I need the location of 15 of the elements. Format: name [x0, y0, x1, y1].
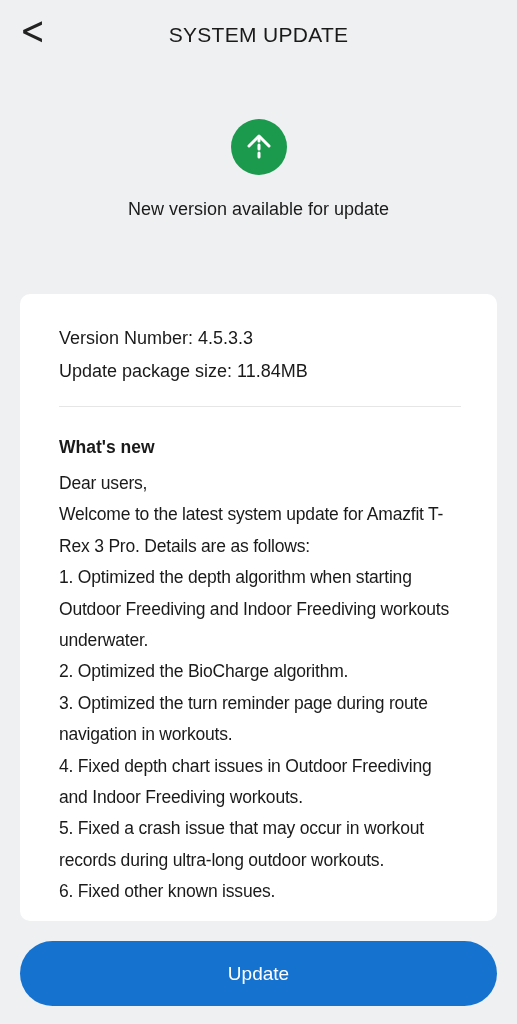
back-button[interactable]: < — [14, 11, 52, 51]
whats-new-heading: What's new — [59, 436, 156, 459]
update-button[interactable]: Update — [20, 941, 497, 1006]
version-number: Version Number: 4.5.3.3 — [59, 327, 255, 350]
release-note: 1. Optimized the depth algorithm when starting Outdoor Freediving and Indoor Freediving workouts underwater. — [59, 566, 450, 653]
release-note: 3. Optimized the turn reminder page during route navigation in workouts. — [59, 691, 429, 747]
page-title: SYSTEM UPDATE — [168, 23, 349, 47]
release-note: 5. Fixed a crash issue that may occur in workout records during ultra-long outdoor workouts. — [59, 817, 425, 872]
status-message: New version available for update — [127, 199, 390, 220]
package-size: Update package size: 11.84MB — [59, 360, 309, 383]
release-note: 2. Optimized the BioCharge algorithm. — [59, 660, 350, 684]
release-note: Dear users, — [59, 472, 149, 495]
release-note: 6. Fixed other known issues. — [59, 880, 277, 904]
release-note: Welcome to the latest system update for Amazfit T-Rex 3 Pro. Details are as follows: — [59, 503, 445, 558]
release-note: 4. Fixed depth chart issues in Outdoor Freediving and Indoor Freediving workouts. — [59, 754, 433, 810]
